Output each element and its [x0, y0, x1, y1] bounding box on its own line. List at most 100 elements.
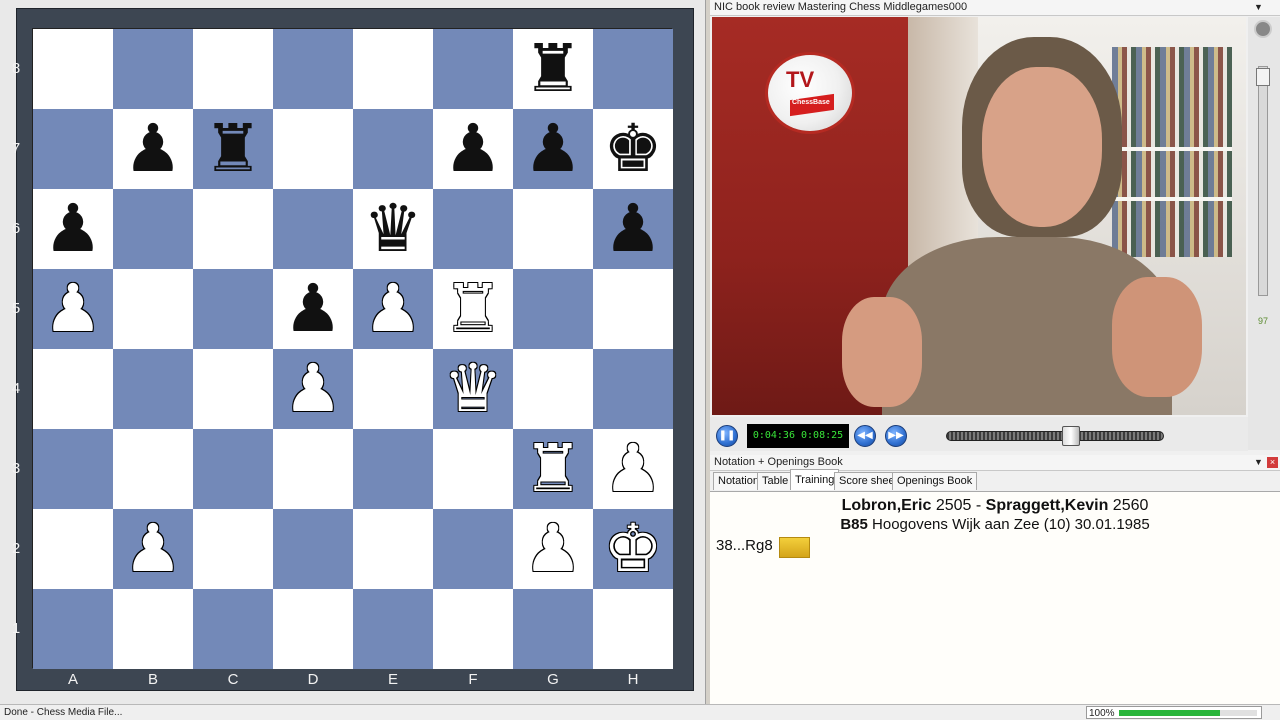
square-d6[interactable] [273, 189, 353, 269]
minimize-icon[interactable]: ▼ [1253, 457, 1264, 468]
square-f4[interactable]: ♛︎ [433, 349, 513, 429]
square-a4[interactable] [33, 349, 113, 429]
black-pawn-piece[interactable]: ♟︎ [33, 189, 113, 269]
square-e6[interactable]: ♛︎ [353, 189, 433, 269]
square-f7[interactable]: ♟︎ [433, 109, 513, 189]
square-d5[interactable]: ♟︎ [273, 269, 353, 349]
square-c1[interactable] [193, 589, 273, 669]
square-h1[interactable] [593, 589, 673, 669]
white-pawn-piece[interactable]: ♟︎ [513, 509, 593, 589]
square-h4[interactable] [593, 349, 673, 429]
pause-button[interactable]: ❚❚ [716, 425, 738, 447]
square-g1[interactable] [513, 589, 593, 669]
white-pawn-piece[interactable]: ♟︎ [273, 349, 353, 429]
square-h7[interactable]: ♚︎ [593, 109, 673, 189]
black-queen-piece[interactable]: ♛︎ [353, 189, 433, 269]
square-b8[interactable] [113, 29, 193, 109]
square-e5[interactable]: ♟︎ [353, 269, 433, 349]
square-e7[interactable] [353, 109, 433, 189]
square-a7[interactable] [33, 109, 113, 189]
square-a2[interactable] [33, 509, 113, 589]
square-a3[interactable] [33, 429, 113, 509]
eco-code[interactable]: B85 [840, 516, 868, 533]
square-h6[interactable]: ♟︎ [593, 189, 673, 269]
white-queen-piece[interactable]: ♛︎ [433, 349, 513, 429]
square-g3[interactable]: ♜︎ [513, 429, 593, 509]
seek-bar[interactable] [946, 431, 1164, 441]
square-f1[interactable] [433, 589, 513, 669]
square-a5[interactable]: ♟︎ [33, 269, 113, 349]
white-player[interactable]: Lobron,Eric [842, 497, 932, 514]
square-e3[interactable] [353, 429, 433, 509]
square-h2[interactable]: ♚︎ [593, 509, 673, 589]
square-f8[interactable] [433, 29, 513, 109]
current-move[interactable]: 38...Rg8 [716, 536, 773, 556]
square-b5[interactable] [113, 269, 193, 349]
square-a6[interactable]: ♟︎ [33, 189, 113, 269]
chess-board[interactable]: ♜︎ ♟︎ ♜︎ ♟︎ ♟︎ ♚︎ ♟︎ ♛︎ ♟︎ ♟︎ ♟︎ ♟︎ ♜︎ ♟︎ ♛︎ ♜︎ ♟︎ ♟︎ ♟︎ ♚︎… [12, 28, 673, 688]
square-h8[interactable] [593, 29, 673, 109]
square-g8[interactable]: ♜︎ [513, 29, 593, 109]
square-g6[interactable] [513, 189, 593, 269]
square-f3[interactable] [433, 429, 513, 509]
square-d1[interactable] [273, 589, 353, 669]
black-rook-piece[interactable]: ♜︎ [513, 29, 593, 109]
tab-table[interactable]: Table [757, 472, 794, 490]
square-e4[interactable] [353, 349, 433, 429]
white-pawn-piece[interactable]: ♟︎ [113, 509, 193, 589]
tab-openings-book[interactable]: Openings Book [892, 472, 978, 490]
square-d4[interactable]: ♟︎ [273, 349, 353, 429]
close-icon[interactable]: × [1267, 457, 1278, 468]
square-g5[interactable] [513, 269, 593, 349]
white-pawn-piece[interactable]: ♟︎ [353, 269, 433, 349]
square-c2[interactable] [193, 509, 273, 589]
square-f2[interactable] [433, 509, 513, 589]
square-a8[interactable] [33, 29, 113, 109]
square-b4[interactable] [113, 349, 193, 429]
square-g2[interactable]: ♟︎ [513, 509, 593, 589]
black-rook-piece[interactable]: ♜︎ [193, 109, 273, 189]
square-b2[interactable]: ♟︎ [113, 509, 193, 589]
black-pawn-piece[interactable]: ♟︎ [433, 109, 513, 189]
square-a1[interactable] [33, 589, 113, 669]
square-g4[interactable] [513, 349, 593, 429]
seek-thumb[interactable] [1062, 426, 1080, 446]
square-e8[interactable] [353, 29, 433, 109]
square-c3[interactable] [193, 429, 273, 509]
square-d7[interactable] [273, 109, 353, 189]
square-c4[interactable] [193, 349, 273, 429]
white-pawn-piece[interactable]: ♟︎ [33, 269, 113, 349]
black-pawn-piece[interactable]: ♟︎ [113, 109, 193, 189]
square-f6[interactable] [433, 189, 513, 269]
black-pawn-piece[interactable]: ♟︎ [513, 109, 593, 189]
square-e2[interactable] [353, 509, 433, 589]
black-king-piece[interactable]: ♚︎ [593, 109, 673, 189]
white-king-piece[interactable]: ♚︎ [593, 509, 673, 589]
training-answer-marker[interactable] [779, 537, 810, 558]
square-d2[interactable] [273, 509, 353, 589]
black-pawn-piece[interactable]: ♟︎ [273, 269, 353, 349]
square-c5[interactable] [193, 269, 273, 349]
white-rook-piece[interactable]: ♜︎ [513, 429, 593, 509]
video-player[interactable]: TV ChessBase [712, 17, 1246, 415]
square-g7[interactable]: ♟︎ [513, 109, 593, 189]
square-h3[interactable]: ♟︎ [593, 429, 673, 509]
square-c6[interactable] [193, 189, 273, 269]
minimize-icon[interactable]: ▼ [1253, 2, 1264, 13]
square-f5[interactable]: ♜︎ [433, 269, 513, 349]
square-d8[interactable] [273, 29, 353, 109]
rewind-button[interactable]: ◀◀ [854, 425, 876, 447]
square-d3[interactable] [273, 429, 353, 509]
white-pawn-piece[interactable]: ♟︎ [593, 429, 673, 509]
square-b7[interactable]: ♟︎ [113, 109, 193, 189]
square-e1[interactable] [353, 589, 433, 669]
square-h5[interactable] [593, 269, 673, 349]
square-b3[interactable] [113, 429, 193, 509]
black-pawn-piece[interactable]: ♟︎ [593, 189, 673, 269]
tab-training[interactable]: Training [790, 469, 840, 490]
volume-slider-thumb[interactable] [1256, 68, 1270, 86]
square-b6[interactable] [113, 189, 193, 269]
square-b1[interactable] [113, 589, 193, 669]
square-c7[interactable]: ♜︎ [193, 109, 273, 189]
fast-forward-button[interactable]: ▶▶ [885, 425, 907, 447]
